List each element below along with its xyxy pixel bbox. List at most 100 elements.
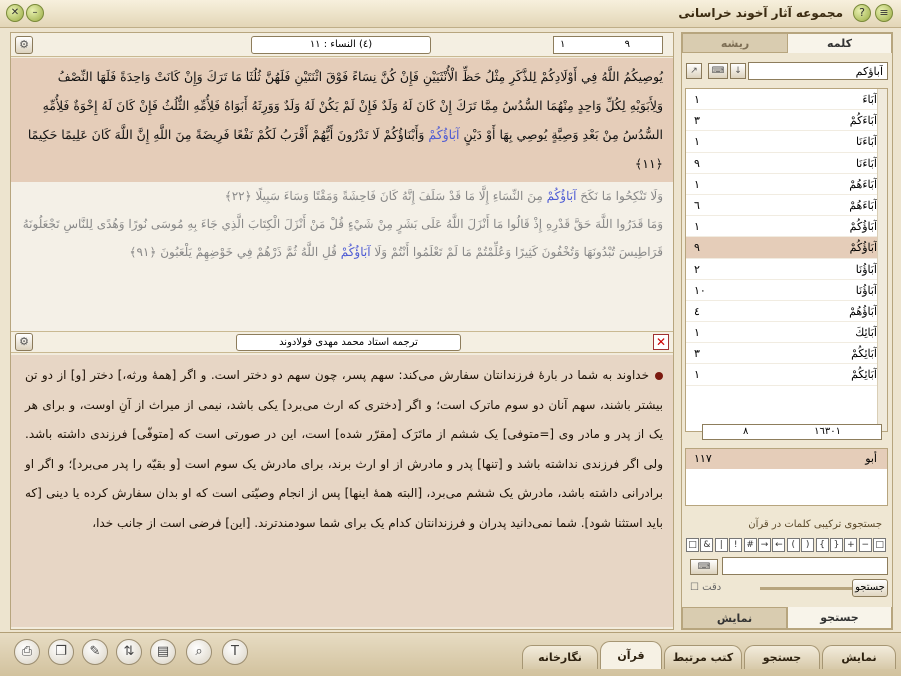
go-icon[interactable]: ↗ xyxy=(686,63,702,79)
search-icon[interactable]: ⌕ xyxy=(186,639,212,665)
tab-search-main[interactable]: جستجو xyxy=(744,645,820,669)
highlighted-word[interactable]: آبَاؤُكُمْ xyxy=(428,127,459,142)
down-arrow-icon[interactable]: ↓ xyxy=(730,63,746,79)
operator-button[interactable]: | xyxy=(714,538,728,552)
translation-selector[interactable]: ترجمه استاد محمد مهدی فولادوند xyxy=(236,334,461,351)
operator-button[interactable]: ! xyxy=(729,538,743,552)
word-count: ٣ xyxy=(694,347,700,361)
word-list-scrollbar[interactable] xyxy=(877,89,887,431)
minimize-window-icon[interactable]: – xyxy=(26,4,44,22)
tab-quran[interactable]: قرآن xyxy=(600,641,662,669)
operator-button[interactable]: → xyxy=(758,538,771,552)
exact-slider[interactable] xyxy=(760,587,860,590)
tab-search[interactable]: جستجو xyxy=(787,607,892,629)
word-text: آبَاؤُنَا xyxy=(855,283,877,297)
exact-label: دقت xyxy=(702,582,722,593)
tab-word[interactable]: کلمه xyxy=(787,33,892,53)
root-list[interactable]: أبو ١١٧ xyxy=(685,448,888,506)
word-count: ٢ xyxy=(694,262,700,276)
close-translation-icon[interactable]: ✕ xyxy=(653,334,669,350)
list-item[interactable]: آبَاؤُنَا ١٠ xyxy=(686,280,887,301)
verse-22[interactable]: وَلَا تَنْكِحُوا مَا نَكَحَ آبَاؤُكُمْ م… xyxy=(11,182,673,210)
translation-toolbar: ⚙ ترجمه استاد محمد مهدی فولادوند ✕ xyxy=(11,331,673,353)
keyboard-icon[interactable]: ⌨ xyxy=(690,559,718,575)
arabic-text-area[interactable]: يُوصِيكُمُ اللَّهُ فِي أَوْلَادِكُمْ لِل… xyxy=(11,58,673,350)
list-item[interactable]: آبَاءَكُمْ ٣ xyxy=(686,110,887,132)
title-bar: ✕ – مجموعه آثار آخوند خراسانی ≡ ? xyxy=(0,0,901,28)
app-menu-icon[interactable]: ≡ xyxy=(875,4,893,22)
list-item[interactable]: آبَاءَنَا ١ xyxy=(686,131,887,153)
verse-91[interactable]: وَمَا قَدَرُوا اللَّهَ حَقَّ قَدْرِهِ إِ… xyxy=(11,210,673,266)
print-icon[interactable]: ⎙ xyxy=(14,639,40,665)
operator-button[interactable]: − xyxy=(858,538,872,552)
word-count: ٤ xyxy=(694,304,700,318)
word-count: ١ xyxy=(694,220,700,234)
list-item[interactable]: آبَاؤُنَا ٢ xyxy=(686,259,887,280)
help-icon[interactable]: ? xyxy=(853,4,871,22)
word-count: ٩ xyxy=(694,241,700,255)
side-panel: کلمه ریشه ↗ ⌨ ↓ آبَاءَ١آبَاءَكُمْ٣آبَاءَ… xyxy=(681,32,893,630)
list-item[interactable]: آبَائِكُمْ ٣ xyxy=(686,343,887,365)
tab-related-books[interactable]: کتب مرتبط xyxy=(664,645,742,669)
operator-button[interactable]: ) xyxy=(801,538,815,552)
word-text: آبَاؤُهُمْ xyxy=(849,304,877,318)
list-item[interactable]: آبَاءَنَا ٩ xyxy=(686,153,887,174)
root-count: ١١٧ xyxy=(694,452,712,465)
count-a: ٨ xyxy=(743,426,749,437)
word-count: ١ xyxy=(694,93,700,106)
word-text: آبَاؤُكُمْ xyxy=(849,220,877,234)
operator-button[interactable]: + xyxy=(844,538,858,552)
root-row[interactable]: أبو ١١٧ xyxy=(686,449,887,469)
sura-label: (٤) النساء : ١١ xyxy=(309,39,373,50)
operator-button[interactable]: } xyxy=(830,538,843,552)
note-icon[interactable]: ✎ xyxy=(82,639,108,665)
nav-icon[interactable]: ⇅ xyxy=(116,639,142,665)
operator-button[interactable]: & xyxy=(700,538,714,552)
list-item[interactable]: آبَاءَ ١ xyxy=(686,89,887,111)
operator-button[interactable]: ( xyxy=(786,538,800,552)
list-item[interactable]: آبَائِكُمْ ١ xyxy=(686,364,887,386)
page-icon[interactable]: ▤ xyxy=(150,639,176,665)
word-count: ٦ xyxy=(694,198,700,212)
tab-show-main[interactable]: نمایش xyxy=(822,645,896,669)
list-item[interactable]: آبَاؤُهُمْ ٤ xyxy=(686,301,887,323)
list-item[interactable]: آبَاءَهُمْ ٦ xyxy=(686,195,887,217)
wrench-icon[interactable]: ⚙ xyxy=(15,36,33,54)
verse-range[interactable]: ١ ٩ xyxy=(553,36,663,54)
tab-show[interactable]: نمایش xyxy=(682,607,787,629)
list-item[interactable]: آبَائِكَ ١ xyxy=(686,322,887,344)
combo-search-input[interactable] xyxy=(722,557,888,575)
word-count: ١ xyxy=(694,135,700,149)
translation-settings-icon[interactable]: ⚙ xyxy=(15,333,33,351)
operator-button[interactable]: □ xyxy=(686,538,699,552)
verse-from: ١ xyxy=(560,39,566,50)
operator-button[interactable]: # xyxy=(743,538,757,552)
keyboard-icon[interactable]: ⌨ xyxy=(708,63,728,79)
translation-text: خداوند به شما در بارهٔ فرزندانتان سفارش … xyxy=(25,368,663,530)
operator-button[interactable]: ← xyxy=(772,538,786,552)
word-count: ١ xyxy=(694,177,700,191)
verse-91-highlight[interactable]: آبَاؤُكُمْ xyxy=(341,245,371,259)
word-text: آبَاءَهُمْ xyxy=(849,198,877,212)
operator-button[interactable]: □ xyxy=(873,538,887,552)
word-text: آبَاءَ xyxy=(862,93,877,106)
word-list[interactable]: آبَاءَ ١ آبَاءَكُمْ ٣ آبَاءَنَا ١ آبَاءَنَا ٩ آب… xyxy=(685,88,888,432)
tab-gallery[interactable]: نگارخانه xyxy=(522,645,598,669)
list-item[interactable]: آبَاءَهُمْ ١ xyxy=(686,174,887,195)
active-verse[interactable]: يُوصِيكُمُ اللَّهُ فِي أَوْلَادِكُمْ لِل… xyxy=(11,58,673,182)
word-search-input[interactable] xyxy=(748,62,888,80)
list-item[interactable]: آبَاؤُكُمْ ٩ xyxy=(686,237,887,259)
tab-root[interactable]: ریشه xyxy=(682,33,788,53)
search-button[interactable]: جستجو xyxy=(852,579,888,597)
exact-checkbox[interactable]: ☐ xyxy=(690,582,702,593)
close-window-icon[interactable]: ✕ xyxy=(6,4,24,22)
copy-icon[interactable]: ❐ xyxy=(48,639,74,665)
verse-toolbar: ⚙ (٤) النساء : ١١ ١ ٩ xyxy=(11,33,673,57)
operator-button[interactable]: { xyxy=(815,538,829,552)
list-item[interactable]: آبَاؤُكُمْ ١ xyxy=(686,216,887,238)
word-text: آبَائِكُمْ xyxy=(851,347,877,361)
word-text: آبَائِكُمْ xyxy=(851,368,877,382)
font-icon[interactable]: T xyxy=(222,639,248,665)
verse-22-highlight[interactable]: آبَاؤُكُمْ xyxy=(547,189,577,203)
sura-selector[interactable]: (٤) النساء : ١١ xyxy=(251,36,431,54)
